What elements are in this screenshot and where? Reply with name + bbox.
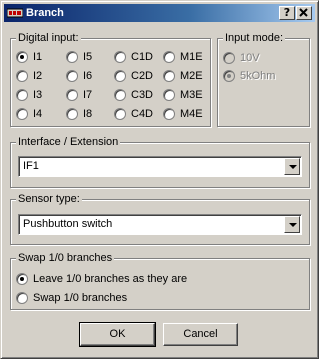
- branch-dialog: Branch ? Digital input: I1 I5 C1D M1E I2 I6 C2…: [0, 0, 319, 359]
- radio-circle: [16, 292, 28, 304]
- help-button[interactable]: ?: [279, 6, 295, 20]
- sensor-type-dropdown[interactable]: Pushbutton switch: [18, 214, 302, 235]
- digital-input-option-label: I7: [83, 89, 93, 101]
- input-mode-label: Input mode:: [223, 31, 286, 45]
- radio-circle: [223, 52, 235, 64]
- chevron-down-icon: [289, 165, 297, 169]
- digital-input-radio-i7[interactable]: I7: [66, 88, 92, 102]
- chevron-down-icon: [289, 223, 297, 227]
- close-button[interactable]: [296, 6, 312, 20]
- radio-circle: [66, 89, 78, 101]
- input-mode-option-label: 10V: [240, 52, 260, 64]
- swap-option-label: Leave 1/0 branches as they are: [33, 273, 188, 285]
- robo-app-icon: [6, 6, 24, 20]
- sensor-type-dropdown-button[interactable]: [284, 216, 300, 233]
- digital-input-label: Digital input:: [16, 31, 81, 45]
- swap-option-label: Swap 1/0 branches: [33, 292, 128, 304]
- radio-circle: [114, 89, 126, 101]
- sensor-type-label: Sensor type:: [16, 192, 82, 206]
- digital-input-option-label: I4: [33, 108, 43, 120]
- title-bar[interactable]: Branch ?: [4, 4, 315, 22]
- digital-input-radio-i3[interactable]: I3: [16, 88, 42, 102]
- window-title: Branch: [26, 7, 64, 19]
- close-icon: [299, 8, 308, 17]
- digital-input-radio-i8[interactable]: I8: [66, 107, 92, 121]
- radio-circle: [223, 70, 235, 82]
- digital-input-option-label: C2D: [131, 70, 154, 82]
- input-mode-5kohm-radio[interactable]: 5kOhm: [223, 69, 275, 83]
- digital-input-radio-m3e[interactable]: M3E: [163, 88, 203, 102]
- digital-input-option-label: I6: [83, 70, 93, 82]
- swap-branches-label: Swap 1/0 branches: [16, 251, 115, 265]
- input-mode-10v-radio[interactable]: 10V: [223, 51, 260, 65]
- digital-input-option-label: I3: [33, 89, 43, 101]
- digital-input-option-label: I5: [83, 51, 93, 63]
- radio-circle: [16, 273, 28, 285]
- digital-input-option-label: I8: [83, 108, 93, 120]
- interface-label: Interface / Extension: [16, 135, 121, 149]
- radio-circle: [114, 51, 126, 63]
- digital-input-radio-i4[interactable]: I4: [16, 107, 42, 121]
- sensor-type-value: Pushbutton switch: [23, 218, 113, 230]
- digital-input-radio-m2e[interactable]: M2E: [163, 69, 203, 83]
- digital-input-option-label: M4E: [180, 108, 203, 120]
- digital-input-option-label: I2: [33, 70, 43, 82]
- digital-input-radio-i1[interactable]: I1: [16, 50, 42, 64]
- leave-branches-radio[interactable]: Leave 1/0 branches as they are: [16, 272, 187, 286]
- cancel-button[interactable]: Cancel: [163, 323, 238, 346]
- radio-circle: [16, 51, 28, 63]
- radio-circle: [114, 108, 126, 120]
- digital-input-radio-c4d[interactable]: C4D: [114, 107, 153, 121]
- digital-input-radio-m1e[interactable]: M1E: [163, 50, 203, 64]
- input-mode-option-label: 5kOhm: [240, 70, 276, 82]
- swap-branches-radio[interactable]: Swap 1/0 branches: [16, 291, 127, 305]
- interface-dropdown[interactable]: IF1: [18, 156, 302, 177]
- radio-circle: [66, 70, 78, 82]
- digital-input-option-label: C1D: [131, 51, 154, 63]
- radio-circle: [163, 108, 175, 120]
- digital-input-radio-c2d[interactable]: C2D: [114, 69, 153, 83]
- digital-input-option-label: M1E: [180, 51, 203, 63]
- digital-input-radio-i5[interactable]: I5: [66, 50, 92, 64]
- radio-circle: [16, 108, 28, 120]
- radio-circle: [66, 51, 78, 63]
- radio-circle: [16, 89, 28, 101]
- radio-circle: [163, 51, 175, 63]
- digital-input-option-label: M2E: [180, 70, 203, 82]
- radio-circle: [114, 70, 126, 82]
- radio-circle: [16, 70, 28, 82]
- digital-input-option-label: M3E: [180, 89, 203, 101]
- digital-input-radio-i6[interactable]: I6: [66, 69, 92, 83]
- ok-button[interactable]: OK: [79, 322, 156, 347]
- radio-circle: [163, 70, 175, 82]
- digital-input-option-label: I1: [33, 51, 43, 63]
- digital-input-radio-c3d[interactable]: C3D: [114, 88, 153, 102]
- radio-circle: [163, 89, 175, 101]
- radio-circle: [66, 108, 78, 120]
- digital-input-option-label: C3D: [131, 89, 154, 101]
- digital-input-radio-i2[interactable]: I2: [16, 69, 42, 83]
- digital-input-radio-m4e[interactable]: M4E: [163, 107, 203, 121]
- digital-input-option-label: C4D: [131, 108, 154, 120]
- interface-value: IF1: [23, 160, 39, 172]
- interface-dropdown-button[interactable]: [284, 158, 300, 175]
- digital-input-radio-c1d[interactable]: C1D: [114, 50, 153, 64]
